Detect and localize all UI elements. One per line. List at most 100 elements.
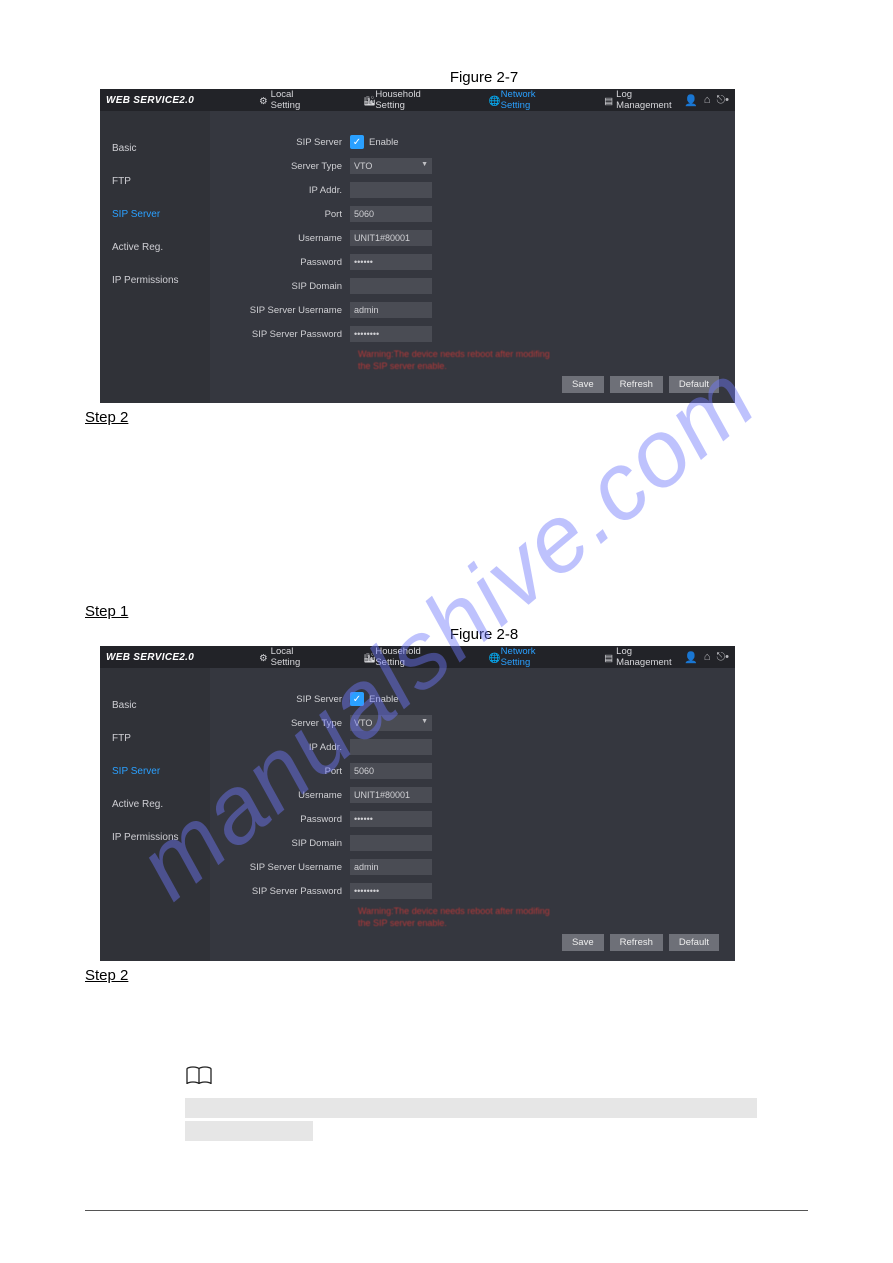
checkbox-enable[interactable]: ✓: [350, 692, 364, 706]
redacted-text-line-1: [185, 1098, 757, 1118]
nav-household-setting[interactable]: 🏙 Household Setting: [363, 646, 446, 668]
sidebar-item-ftp[interactable]: FTP: [112, 733, 210, 744]
exit-icon[interactable]: ⎋•: [716, 651, 729, 664]
sidebar-item-basic[interactable]: Basic: [112, 143, 210, 154]
input-password[interactable]: ••••••: [350, 811, 432, 827]
app-logo: WEB SERVICE2.0: [106, 95, 194, 106]
nav-local-setting[interactable]: ⚙ Local Setting: [259, 89, 321, 111]
page-body: Figure 2-7 WEB SERVICE2.0 ⚙ Local Settin…: [0, 0, 893, 1141]
log-icon: ▤: [604, 653, 613, 662]
input-username[interactable]: UNIT1#80001: [350, 230, 432, 246]
book-icon: [185, 1066, 808, 1092]
default-button[interactable]: Default: [669, 376, 719, 393]
label-sip-domain: SIP Domain: [220, 838, 350, 849]
label-sip-server: SIP Server: [220, 694, 350, 705]
sidebar-item-sip-server[interactable]: SIP Server: [112, 766, 210, 777]
label-password: Password: [220, 257, 350, 268]
input-ip-addr[interactable]: [350, 739, 432, 755]
nav-label: Local Setting: [271, 89, 322, 111]
log-icon: ▤: [604, 96, 613, 105]
input-sip-domain[interactable]: [350, 835, 432, 851]
nav-network-setting[interactable]: 🌐 Network Setting: [489, 89, 563, 111]
input-sip-server-password[interactable]: ••••••••: [350, 326, 432, 342]
nav-log-management[interactable]: ▤ Log Management: [604, 89, 684, 111]
sidebar-item-ip-permissions[interactable]: IP Permissions: [112, 832, 210, 843]
nav-label: Local Setting: [271, 646, 322, 668]
label-ip-addr: IP Addr.: [220, 742, 350, 753]
home-icon[interactable]: ⌂: [704, 651, 711, 664]
gear-icon: ⚙: [259, 653, 268, 662]
input-sip-domain[interactable]: [350, 278, 432, 294]
sidebar-item-ftp[interactable]: FTP: [112, 176, 210, 187]
warning-text: Warning:The device needs reboot after mo…: [358, 349, 558, 372]
checkbox-enable[interactable]: ✓: [350, 135, 364, 149]
save-button[interactable]: Save: [562, 376, 604, 393]
select-server-type[interactable]: VTO: [350, 715, 432, 731]
building-icon: 🏙: [363, 96, 372, 105]
exit-icon[interactable]: ⎋•: [716, 94, 729, 107]
user-icon[interactable]: 👤: [684, 94, 698, 107]
input-sip-server-password[interactable]: ••••••••: [350, 883, 432, 899]
top-nav: ⚙ Local Setting 🏙 Household Setting 🌐 Ne…: [259, 646, 684, 668]
input-ip-addr[interactable]: [350, 182, 432, 198]
label-sip-server-password: SIP Server Password: [220, 329, 350, 340]
globe-icon: 🌐: [489, 96, 498, 105]
label-port: Port: [220, 209, 350, 220]
app-body: Basic FTP SIP Server Active Reg. IP Perm…: [100, 668, 735, 960]
label-enable: Enable: [369, 137, 399, 148]
label-sip-server-username: SIP Server Username: [220, 305, 350, 316]
label-enable: Enable: [369, 694, 399, 705]
nav-label: Household Setting: [375, 89, 446, 111]
sidebar-item-basic[interactable]: Basic: [112, 700, 210, 711]
refresh-button[interactable]: Refresh: [610, 376, 663, 393]
app-topbar: WEB SERVICE2.0 ⚙ Local Setting 🏙 Househo…: [100, 89, 735, 111]
default-button[interactable]: Default: [669, 934, 719, 951]
input-password[interactable]: ••••••: [350, 254, 432, 270]
input-port[interactable]: 5060: [350, 206, 432, 222]
note-area: [185, 1066, 808, 1141]
input-sip-server-username[interactable]: admin: [350, 302, 432, 318]
label-password: Password: [220, 814, 350, 825]
home-icon[interactable]: ⌂: [704, 94, 711, 107]
save-button[interactable]: Save: [562, 934, 604, 951]
input-sip-server-username[interactable]: admin: [350, 859, 432, 875]
sidebar-item-active-reg[interactable]: Active Reg.: [112, 799, 210, 810]
redacted-text-line-2: [185, 1121, 313, 1141]
figure-caption-2-7: Figure 2-7: [85, 69, 808, 86]
nav-label: Network Setting: [501, 89, 563, 111]
nav-label: Household Setting: [375, 646, 446, 668]
input-port[interactable]: 5060: [350, 763, 432, 779]
nav-label: Log Management: [616, 89, 684, 111]
spacer: [85, 432, 808, 597]
refresh-button[interactable]: Refresh: [610, 934, 663, 951]
label-server-type: Server Type: [220, 161, 350, 172]
label-ip-addr: IP Addr.: [220, 185, 350, 196]
input-username[interactable]: UNIT1#80001: [350, 787, 432, 803]
nav-household-setting[interactable]: 🏙 Household Setting: [363, 89, 446, 111]
nav-log-management[interactable]: ▤ Log Management: [604, 646, 684, 668]
form-footer: Save Refresh Default: [220, 930, 725, 957]
globe-icon: 🌐: [489, 653, 498, 662]
topbar-actions: 👤 ⌂ ⎋•: [684, 94, 729, 107]
screenshot-figure-2-8: WEB SERVICE2.0 ⚙ Local Setting 🏙 Househo…: [100, 646, 735, 960]
label-server-type: Server Type: [220, 718, 350, 729]
label-sip-server-password: SIP Server Password: [220, 886, 350, 897]
select-server-type[interactable]: VTO: [350, 158, 432, 174]
nav-network-setting[interactable]: 🌐 Network Setting: [489, 646, 563, 668]
step-2-label-b: Step 2: [85, 967, 808, 984]
sidebar-item-ip-permissions[interactable]: IP Permissions: [112, 275, 210, 286]
sidebar-item-sip-server[interactable]: SIP Server: [112, 209, 210, 220]
nav-local-setting[interactable]: ⚙ Local Setting: [259, 646, 321, 668]
nav-label: Network Setting: [501, 646, 563, 668]
step-1-label: Step 1: [85, 603, 808, 620]
page-footer-rule: [85, 1210, 808, 1211]
label-username: Username: [220, 790, 350, 801]
form-footer: Save Refresh Default: [220, 372, 725, 399]
sidebar-item-active-reg[interactable]: Active Reg.: [112, 242, 210, 253]
gear-icon: ⚙: [259, 96, 268, 105]
label-username: Username: [220, 233, 350, 244]
settings-sidebar: Basic FTP SIP Server Active Reg. IP Perm…: [100, 111, 210, 403]
user-icon[interactable]: 👤: [684, 651, 698, 664]
screenshot-figure-2-7: WEB SERVICE2.0 ⚙ Local Setting 🏙 Househo…: [100, 89, 735, 403]
top-nav: ⚙ Local Setting 🏙 Household Setting 🌐 Ne…: [259, 89, 684, 111]
